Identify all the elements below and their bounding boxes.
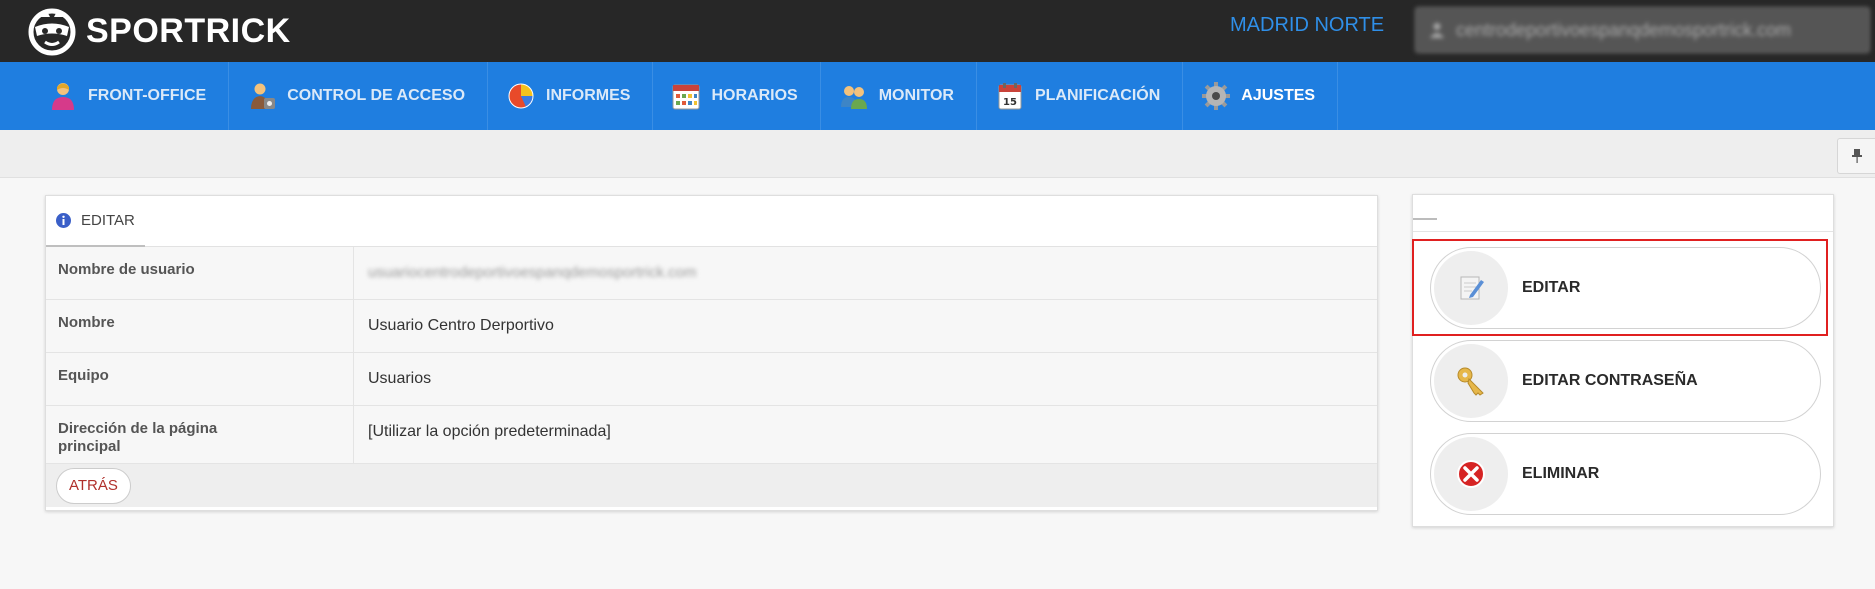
svg-text:15: 15 [1003,97,1017,108]
edit-password-button[interactable]: EDITAR CONTRASEÑA [1430,340,1821,422]
access-control-icon [251,83,276,109]
table-row: Dirección de la página principal [Utiliz… [46,406,1377,463]
field-label: Equipo [46,353,354,405]
brand-name: SPORTRICK [86,11,291,50]
nav-item-ajustes[interactable]: AJUSTES [1183,62,1339,130]
nav-item-planificacion[interactable]: 15 PLANIFICACIÓN [977,62,1184,130]
field-value: usuariocentrodeportivoespanqdemosportric… [368,264,697,281]
logo-mask-icon [28,8,76,56]
users-icon [840,86,867,109]
tab-editar[interactable]: EDITAR [46,196,145,247]
nav-item-label: PLANIFICACIÓN [1034,87,1161,104]
nav-item-monitor[interactable]: MONITOR [821,62,977,130]
center-name[interactable]: MADRID NORTE [1230,14,1384,37]
action-label: ELIMINAR [1522,465,1600,482]
back-button[interactable]: ATRÁS [56,467,131,504]
nav-item-label: INFORMES [546,87,631,104]
nav-item-informes[interactable]: INFORMES [488,62,654,130]
gear-icon [1202,82,1231,110]
top-bar: SPORTRICK MADRID NORTE centrodeportivoes… [0,0,1875,62]
user-icon [1430,23,1444,38]
calendar-icon: 15 [998,83,1022,110]
delete-icon [1457,460,1485,488]
nav-item-horarios[interactable]: HORARIOS [653,62,821,130]
divider [1413,231,1833,232]
panel-tabs: EDITAR [46,196,1377,247]
nav-item-label: FRONT-OFFICE [88,87,207,104]
icon-circle [1434,344,1508,418]
nav-item-label: AJUSTES [1241,87,1316,104]
pin-button[interactable] [1837,138,1875,174]
nav-item-label: MONITOR [878,87,954,104]
toolbar [0,130,1875,178]
nav-item-control-de-acceso[interactable]: CONTROL DE ACCESO [229,62,489,130]
delete-button[interactable]: ELIMINAR [1430,433,1821,515]
key-icon [1457,367,1484,396]
highlight-box [1412,239,1828,336]
table-row: Nombre de usuario usuariocentrodeportivo… [46,247,1377,300]
side-tab-indicator [1413,218,1437,220]
user-email: centrodeportivoespanqdemosportrick.com [1456,19,1792,40]
main-nav: FRONT-OFFICE CONTROL DE ACCESO INFORMES [0,62,1875,130]
person-icon [52,83,74,110]
nav-item-front-office[interactable]: FRONT-OFFICE [30,62,230,130]
action-label: EDITAR CONTRASEÑA [1522,372,1698,389]
table-row: Nombre Usuario Centro Derportivo [46,300,1377,353]
table-row: Equipo Usuarios [46,353,1377,406]
field-label: Nombre [46,300,354,352]
pin-icon [1851,149,1862,163]
edit-panel: EDITAR Nombre de usuario usuariocentrode… [45,195,1378,511]
logo[interactable]: SPORTRICK [26,0,291,62]
field-label: Nombre de usuario [46,247,354,299]
field-value: Usuarios [368,370,432,387]
nav-item-label: HORARIOS [711,87,798,104]
field-value: [Utilizar la opción predeterminada] [368,423,611,440]
field-label: Dirección de la página principal [46,406,354,463]
user-menu[interactable]: centrodeportivoespanqdemosportrick.com [1415,7,1870,53]
pie-chart-icon [508,83,534,109]
nav-item-label: CONTROL DE ACCESO [287,87,466,104]
icon-circle [1434,437,1508,511]
panel-footer: ATRÁS [46,463,1377,507]
tab-label: EDITAR [81,212,135,229]
info-icon [56,213,71,228]
field-value: Usuario Centro Derportivo [368,317,554,334]
calendar-grid-icon [672,84,700,110]
